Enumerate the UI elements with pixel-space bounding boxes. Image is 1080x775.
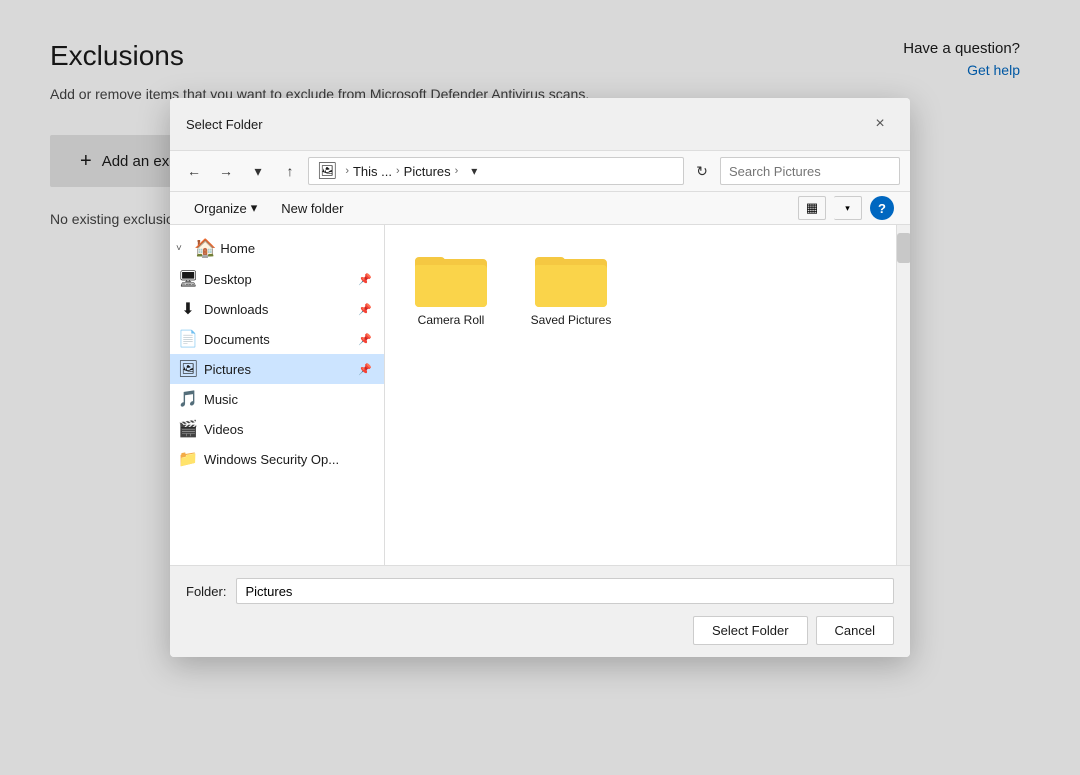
view-dropdown-icon: ▾ [845, 203, 850, 214]
sidebar-item-music[interactable]: 🎵 Music [170, 384, 384, 414]
help-icon: ? [878, 201, 886, 216]
dialog-scrollbar[interactable] [896, 225, 910, 565]
camera-roll-folder-icon [415, 249, 487, 307]
sidebar-videos-label: Videos [204, 422, 372, 437]
sidebar-item-downloads[interactable]: ⬇ Downloads 📌 [170, 294, 384, 324]
sidebar-downloads-label: Downloads [204, 302, 352, 317]
help-button[interactable]: ? [870, 196, 894, 220]
dialog-sidebar: ˅ 🏠 Home 🖥 Desktop 📌 ⬇ Downloads 📌 📄 D [170, 225, 385, 565]
pin-icon-desktop: 📌 [358, 273, 372, 286]
pictures-icon: 🖼 [178, 359, 198, 379]
select-folder-button[interactable]: Select Folder [693, 616, 808, 645]
folder-saved-pictures[interactable]: Saved Pictures [521, 241, 621, 337]
saved-pictures-label: Saved Pictures [531, 313, 612, 329]
documents-icon: 📄 [178, 329, 198, 349]
dialog-content: Camera Roll Saved Pictures [385, 225, 896, 565]
sidebar-item-windows-security[interactable]: 📁 Windows Security Op... [170, 444, 384, 474]
new-folder-button[interactable]: New folder [273, 197, 351, 220]
search-icon: 🔍 [909, 163, 910, 180]
breadcrumb-sep2: › [396, 165, 400, 177]
folder-input-row: Folder: [186, 578, 894, 604]
pin-icon-documents: 📌 [358, 333, 372, 346]
sidebar-home-label: Home [220, 241, 255, 256]
sidebar-windows-security-label: Windows Security Op... [204, 452, 372, 467]
sidebar-item-videos[interactable]: 🎬 Videos [170, 414, 384, 444]
close-icon: × [875, 115, 884, 133]
folder-label: Folder: [186, 584, 226, 599]
videos-icon: 🎬 [178, 419, 198, 439]
forward-icon: → [219, 163, 233, 179]
folder-input[interactable] [236, 578, 894, 604]
breadcrumb-folder-icon: 🖼 [317, 161, 337, 181]
breadcrumb-sep1: › [345, 165, 349, 177]
music-icon: 🎵 [178, 389, 198, 409]
view-icon: ▦ [806, 200, 818, 216]
sidebar-documents-label: Documents [204, 332, 352, 347]
recent-icon: ▾ [254, 163, 261, 180]
sidebar-item-desktop[interactable]: 🖥 Desktop 📌 [170, 264, 384, 294]
sidebar-desktop-label: Desktop [204, 272, 352, 287]
camera-roll-label: Camera Roll [418, 313, 485, 329]
dialog-overlay: Select Folder × ← → ▾ ↑ 🖼 › This ... [0, 0, 1080, 775]
select-folder-dialog: Select Folder × ← → ▾ ↑ 🖼 › This ... [170, 98, 910, 657]
breadcrumb-dropdown-button[interactable]: ▾ [462, 159, 486, 183]
dialog-navbar: ← → ▾ ↑ 🖼 › This ... › Pictures › ▾ ↻ [170, 151, 910, 192]
desktop-icon: 🖥 [178, 269, 198, 289]
downloads-icon: ⬇ [178, 299, 198, 319]
refresh-button[interactable]: ↻ [688, 157, 716, 185]
folder-camera-roll[interactable]: Camera Roll [401, 241, 501, 337]
dialog-close-button[interactable]: × [866, 110, 894, 138]
windows-security-icon: 📁 [178, 449, 198, 469]
organize-label: Organize [194, 201, 247, 216]
saved-pictures-folder-icon [535, 249, 607, 307]
sidebar-pictures-label: Pictures [204, 362, 352, 377]
sidebar-home-section[interactable]: ˅ 🏠 Home [170, 233, 384, 264]
refresh-icon: ↻ [696, 163, 708, 180]
breadcrumb-sep3: › [455, 165, 459, 177]
up-icon: ↑ [287, 163, 294, 179]
view-dropdown-button[interactable]: ▾ [834, 196, 862, 220]
forward-button[interactable]: → [212, 157, 240, 185]
recent-locations-button[interactable]: ▾ [244, 157, 272, 185]
home-folder-icon: 🏠 [194, 238, 216, 259]
view-button[interactable]: ▦ [798, 196, 826, 220]
search-bar: 🔍 [720, 157, 900, 185]
back-button[interactable]: ← [180, 157, 208, 185]
new-folder-label: New folder [281, 201, 343, 216]
dialog-bottom: Folder: Select Folder Cancel [170, 565, 910, 657]
dialog-titlebar: Select Folder × [170, 98, 910, 151]
breadcrumb-bar: 🖼 › This ... › Pictures › ▾ [308, 157, 684, 185]
sidebar-item-documents[interactable]: 📄 Documents 📌 [170, 324, 384, 354]
dialog-actions: Select Folder Cancel [186, 616, 894, 645]
breadcrumb-this[interactable]: This ... [353, 164, 392, 179]
breadcrumb-pictures[interactable]: Pictures [404, 164, 451, 179]
up-button[interactable]: ↑ [276, 157, 304, 185]
organize-button[interactable]: Organize ▾ [186, 196, 265, 220]
dialog-body: ˅ 🏠 Home 🖥 Desktop 📌 ⬇ Downloads 📌 📄 D [170, 225, 910, 565]
pin-icon-pictures: 📌 [358, 363, 372, 376]
dialog-title-text: Select Folder [186, 117, 263, 132]
organize-arrow-icon: ▾ [251, 200, 258, 216]
pin-icon-downloads: 📌 [358, 303, 372, 316]
sidebar-item-pictures[interactable]: 🖼 Pictures 📌 [170, 354, 384, 384]
search-input[interactable] [729, 164, 905, 179]
search-button[interactable]: 🔍 [909, 163, 910, 180]
expand-icon: ˅ [176, 243, 190, 254]
dialog-toolbar: Organize ▾ New folder ▦ ▾ ? [170, 192, 910, 225]
cancel-button[interactable]: Cancel [816, 616, 894, 645]
sidebar-music-label: Music [204, 392, 372, 407]
back-icon: ← [187, 163, 201, 179]
